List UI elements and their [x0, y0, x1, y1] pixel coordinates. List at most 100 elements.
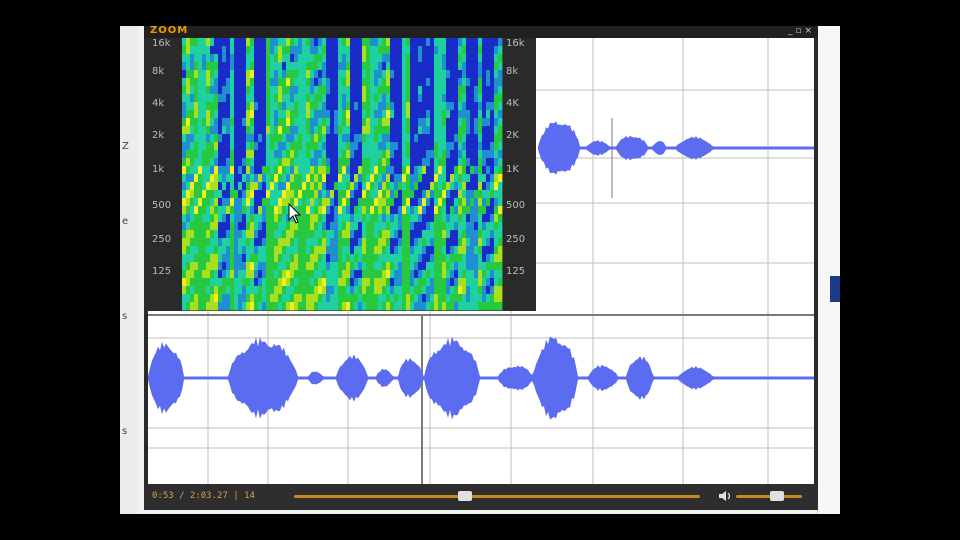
spectrogram-cell [298, 166, 303, 175]
spectrogram-cell [222, 62, 227, 71]
spectrogram-cell [366, 214, 371, 223]
spectrogram-cell [214, 118, 219, 127]
spectrogram-cell [234, 294, 239, 303]
spectrogram-cell [334, 94, 339, 103]
spectrogram-cell [430, 214, 435, 223]
seek-handle[interactable] [457, 491, 472, 501]
spectrogram-cell [282, 286, 287, 295]
speaker-icon[interactable] [718, 489, 732, 503]
spectrogram-cell [414, 254, 419, 263]
spectrogram-cell [458, 294, 463, 303]
spectrogram-cell [198, 190, 203, 199]
spectrogram-cell [226, 302, 231, 311]
spectrogram-cell [438, 206, 443, 215]
spectrogram-cell [218, 38, 223, 47]
spectrogram-cell [298, 238, 303, 247]
spectrogram-cell [386, 230, 391, 239]
spectrogram-cell [366, 278, 371, 287]
spectrogram-cell [258, 166, 263, 175]
spectrogram-cell [254, 86, 259, 95]
spectrogram-cell [358, 302, 363, 311]
spectrogram-cell [258, 198, 263, 207]
spectrogram-cell [406, 150, 411, 159]
spectrogram-cell [414, 278, 419, 287]
spectrogram-cell [470, 262, 475, 271]
spectrogram-cell [330, 126, 335, 135]
spectrogram-cell [402, 182, 407, 191]
spectrogram-cell [478, 118, 483, 127]
spectrogram-cell [422, 190, 427, 199]
seek-bar[interactable] [294, 491, 700, 501]
spectrogram-cell [230, 78, 235, 87]
volume-slider[interactable] [736, 491, 802, 501]
spectrogram-cell [298, 54, 303, 63]
spectrogram-cell [238, 174, 243, 183]
spectrogram-cell [394, 286, 399, 295]
spectrogram-cell [390, 246, 395, 255]
spectrogram-cell [234, 246, 239, 255]
spectrogram-cell [446, 286, 451, 295]
spectrogram-cell [430, 70, 435, 79]
spectrogram-cell [230, 230, 235, 239]
spectrogram-cell [290, 286, 295, 295]
spectrogram: 16k8k4k2k1k50025012516k8k4K2K1K500250125 [148, 38, 536, 311]
spectrogram-cell [182, 238, 187, 247]
spectrogram-cell [198, 150, 203, 159]
spectrogram-cell [278, 174, 283, 183]
spectrogram-cell [358, 62, 363, 71]
spectrogram-cell [298, 142, 303, 151]
spectrogram-cell [370, 294, 375, 303]
spectrogram-cell [282, 190, 287, 199]
spectrogram-cell [374, 86, 379, 95]
spectrogram-cell [402, 270, 407, 279]
spectrogram-cell [226, 270, 231, 279]
spectrogram-cell [290, 94, 295, 103]
spectrogram-cell [330, 94, 335, 103]
spectrogram-cell [230, 102, 235, 111]
spectrogram-cell [346, 150, 351, 159]
spectrogram-cell [278, 70, 283, 79]
spectrogram-cell [494, 262, 499, 271]
spectrogram-cell [230, 142, 235, 151]
spectrogram-cell [426, 270, 431, 279]
spectrogram-cell [462, 134, 467, 143]
spectrogram-cell [342, 38, 347, 47]
spectrogram-cell [414, 118, 419, 127]
spectrogram-cell [382, 190, 387, 199]
spectrogram-cell [334, 278, 339, 287]
spectrogram-cell [242, 246, 247, 255]
spectrogram-cell [358, 78, 363, 87]
spectrogram-cell [186, 94, 191, 103]
spectrogram-cell [378, 142, 383, 151]
video-player[interactable]: ZOOM _ ▫ × 16k 8k 4k 2k 1k 500 250 125 16k 8k 4K 2K… [144, 26, 818, 510]
spectrogram-cell [198, 206, 203, 215]
spectrogram-cell [406, 38, 411, 47]
spectrogram-cell [450, 62, 455, 71]
spectrogram-cell [338, 142, 343, 151]
spectrogram-cell [246, 174, 251, 183]
window-controls[interactable]: _ ▫ × [788, 26, 812, 36]
spectrogram-cell [438, 102, 443, 111]
spectrogram-cell [278, 78, 283, 87]
spectrogram-cell [266, 118, 271, 127]
spectrogram-cell [214, 158, 219, 167]
spectrogram-cell [210, 142, 215, 151]
spectrogram-cell [402, 286, 407, 295]
spectrogram-cell [278, 254, 283, 263]
spectrogram-cell [298, 70, 303, 79]
spectrogram-cell [314, 214, 319, 223]
spectrogram-cell [246, 286, 251, 295]
spectrogram-cell [290, 182, 295, 191]
spectrogram-cell [398, 150, 403, 159]
spectrogram-cell [330, 238, 335, 247]
spectrogram-cell [290, 190, 295, 199]
spectrogram-cell [346, 166, 351, 175]
spectrogram-cell [470, 198, 475, 207]
spectrogram-cell [402, 214, 407, 223]
spectrogram-cell [434, 222, 439, 231]
spectrogram-cell [450, 182, 455, 191]
spectrogram-cell [350, 302, 355, 311]
spectrogram-cell [234, 54, 239, 63]
volume-handle[interactable] [769, 491, 784, 501]
spectrogram-cell [398, 198, 403, 207]
